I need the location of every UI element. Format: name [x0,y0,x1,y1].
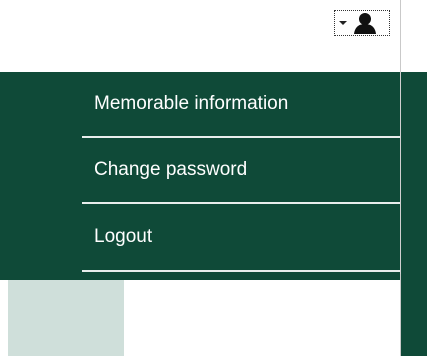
menu-item-logout[interactable]: Logout [82,204,400,272]
user-menu-toggle[interactable] [334,10,390,36]
user-silhouette-icon [353,12,377,34]
menu-item-label: Change password [94,159,248,180]
user-dropdown-menu: Memorable information Change password Lo… [82,72,401,274]
page: Memorable information Change password Lo… [0,0,427,356]
menu-item-label: Logout [94,226,153,247]
side-panel [401,72,427,356]
caret-down-icon [339,21,347,25]
content-panel-left [8,280,124,356]
menu-item-memorable-information[interactable]: Memorable information [82,72,400,138]
menu-item-label: Memorable information [94,93,289,114]
top-bar [0,0,427,72]
menu-item-change-password[interactable]: Change password [82,138,400,204]
